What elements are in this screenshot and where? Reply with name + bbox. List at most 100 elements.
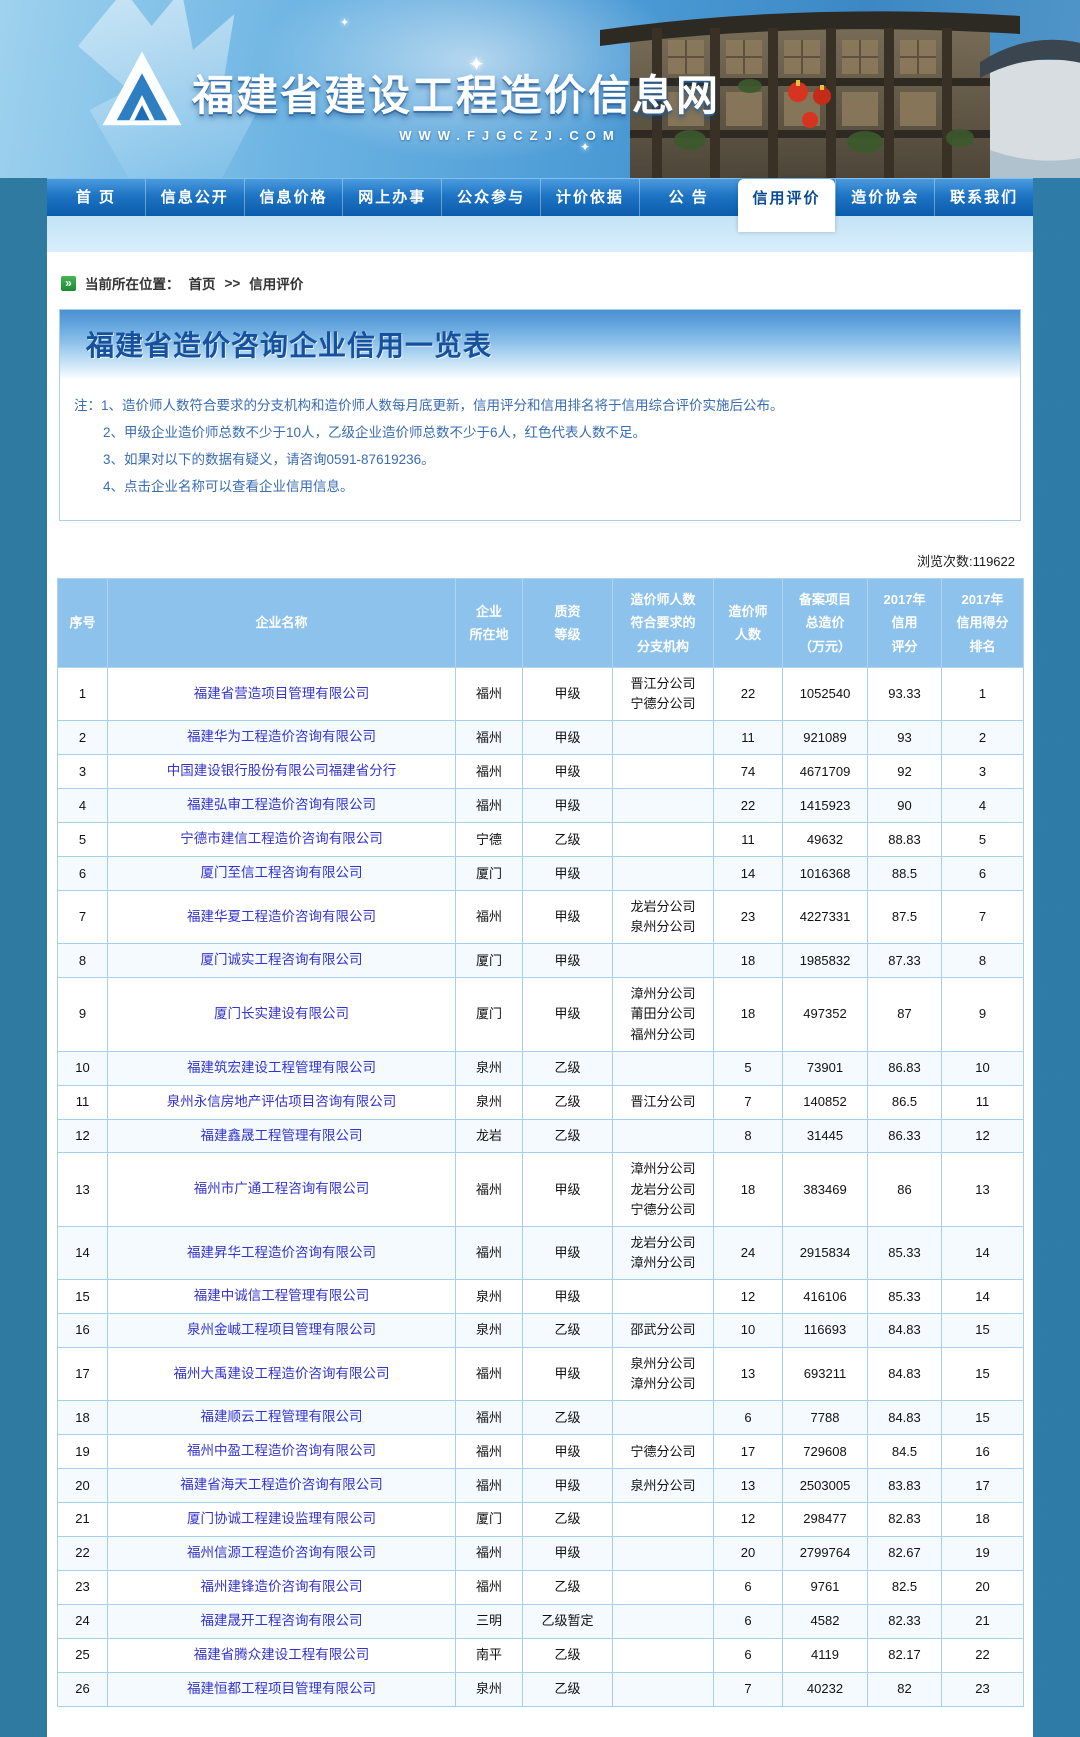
company-link[interactable]: 福建恒都工程项目管理有限公司 <box>187 1681 376 1696</box>
credit-rank: 18 <box>942 1503 1024 1537</box>
company-link[interactable]: 福州大禹建设工程造价咨询有限公司 <box>174 1366 390 1381</box>
sparkle-icon: ✦ <box>340 16 349 29</box>
nav-info-disclosure[interactable]: 信息公开 <box>145 179 244 216</box>
company-name-cell: 福建晟开工程咨询有限公司 <box>108 1604 456 1638</box>
note-line-4: 4、点击企业名称可以查看企业信用信息。 <box>74 473 1002 500</box>
credit-score: 93 <box>868 721 942 755</box>
table-row: 2福建华为工程造价咨询有限公司福州甲级11921089932 <box>58 721 1024 755</box>
company-city: 厦门 <box>456 1503 523 1537</box>
header-index: 序号 <box>58 579 108 668</box>
company-link[interactable]: 中国建设银行股份有限公司福建省分行 <box>167 763 397 778</box>
company-link[interactable]: 福建弘审工程造价咨询有限公司 <box>187 797 376 812</box>
company-link[interactable]: 厦门诚实工程咨询有限公司 <box>201 952 363 967</box>
row-number: 17 <box>58 1348 108 1401</box>
company-city: 三明 <box>456 1604 523 1638</box>
qualified-branches: 漳州分公司 莆田分公司 福州分公司 <box>613 978 714 1051</box>
project-total-cost: 416106 <box>783 1280 868 1314</box>
credit-score: 87.5 <box>868 891 942 944</box>
breadcrumb-home-link[interactable]: 首页 <box>189 273 216 293</box>
company-name-cell: 中国建设银行股份有限公司福建省分行 <box>108 755 456 789</box>
credit-rank: 23 <box>942 1672 1024 1706</box>
qualified-branches <box>613 1604 714 1638</box>
header-count: 造价师 人数 <box>714 579 783 668</box>
company-link[interactable]: 福建鑫晟工程管理有限公司 <box>201 1128 363 1143</box>
row-number: 12 <box>58 1119 108 1153</box>
title-box: 福建省造价咨询企业信用一览表 注：1、造价师人数符合要求的分支机构和造价师人数每… <box>59 309 1021 521</box>
company-city: 泉州 <box>456 1085 523 1119</box>
credit-rank: 9 <box>942 978 1024 1051</box>
row-number: 8 <box>58 944 108 978</box>
company-link[interactable]: 福建昇华工程造价咨询有限公司 <box>187 1245 376 1260</box>
company-city: 厦门 <box>456 857 523 891</box>
company-link[interactable]: 福建筑宏建设工程管理有限公司 <box>187 1060 376 1075</box>
qualified-branches <box>613 1280 714 1314</box>
site-title: 福建省建设工程造价信息网 <box>192 62 720 123</box>
project-total-cost: 2503005 <box>783 1469 868 1503</box>
company-name-cell: 福州大禹建设工程造价咨询有限公司 <box>108 1348 456 1401</box>
nav-cost-association[interactable]: 造价协会 <box>835 179 934 216</box>
company-link[interactable]: 宁德市建信工程造价咨询有限公司 <box>180 831 383 846</box>
nav-public-participation[interactable]: 公众参与 <box>441 179 540 216</box>
qualification-grade: 乙级 <box>523 1085 613 1119</box>
credit-score: 86.33 <box>868 1119 942 1153</box>
row-number: 6 <box>58 857 108 891</box>
company-link[interactable]: 福建华夏工程造价咨询有限公司 <box>187 909 376 924</box>
nav-online-service[interactable]: 网上办事 <box>342 179 441 216</box>
project-total-cost: 116693 <box>783 1314 868 1348</box>
company-link[interactable]: 福州中盈工程造价咨询有限公司 <box>187 1443 376 1458</box>
engineer-count: 14 <box>714 857 783 891</box>
nav-credit-rating[interactable]: 信用评价 <box>738 179 836 232</box>
company-name-cell: 福建华为工程造价咨询有限公司 <box>108 721 456 755</box>
note-line-2: 2、甲级企业造价师总数不少于10人，乙级企业造价师总数不少于6人，红色代表人数不… <box>74 419 1002 446</box>
company-link[interactable]: 福建华为工程造价咨询有限公司 <box>187 729 376 744</box>
qualified-branches: 龙岩分公司 泉州分公司 <box>613 891 714 944</box>
nav-home[interactable]: 首 页 <box>47 179 145 216</box>
company-name-cell: 厦门诚实工程咨询有限公司 <box>108 944 456 978</box>
company-link[interactable]: 福州信源工程造价咨询有限公司 <box>187 1545 376 1560</box>
credit-rank: 1 <box>942 668 1024 721</box>
company-link[interactable]: 厦门协诚工程建设监理有限公司 <box>187 1511 376 1526</box>
nav-contact-us[interactable]: 联系我们 <box>934 179 1033 216</box>
qualified-branches <box>613 1051 714 1085</box>
table-header-row: 序号 企业名称 企业 所在地 质资 等级 造价师人数 符合要求的 分支机构 造价… <box>58 579 1024 668</box>
company-city: 福州 <box>456 1469 523 1503</box>
engineer-count: 6 <box>714 1401 783 1435</box>
project-total-cost: 497352 <box>783 978 868 1051</box>
header-branches: 造价师人数 符合要求的 分支机构 <box>613 579 714 668</box>
company-link[interactable]: 泉州金峸工程项目管理有限公司 <box>187 1322 376 1337</box>
company-link[interactable]: 厦门长实建设有限公司 <box>214 1006 349 1021</box>
company-city: 福州 <box>456 789 523 823</box>
table-row: 13福州市广通工程咨询有限公司福州甲级漳州分公司 龙岩分公司 宁德分公司1838… <box>58 1153 1024 1226</box>
engineer-count: 6 <box>714 1604 783 1638</box>
company-link[interactable]: 福建省海天工程造价咨询有限公司 <box>180 1477 383 1492</box>
nav-pricing-basis[interactable]: 计价依据 <box>540 179 639 216</box>
company-link[interactable]: 福建晟开工程咨询有限公司 <box>201 1613 363 1628</box>
qualification-grade: 甲级 <box>523 1280 613 1314</box>
credit-table-body: 1福建省营造项目管理有限公司福州甲级晋江分公司 宁德分公司22105254093… <box>58 668 1024 1706</box>
company-name-cell: 厦门协诚工程建设监理有限公司 <box>108 1503 456 1537</box>
nav-announcement[interactable]: 公 告 <box>639 179 738 216</box>
row-number: 24 <box>58 1604 108 1638</box>
engineer-count: 18 <box>714 1153 783 1226</box>
company-link[interactable]: 福州市广通工程咨询有限公司 <box>194 1181 370 1196</box>
company-link[interactable]: 福建顺云工程管理有限公司 <box>201 1409 363 1424</box>
nav-info-price[interactable]: 信息价格 <box>244 179 343 216</box>
row-number: 10 <box>58 1051 108 1085</box>
company-link[interactable]: 福州建锋造价咨询有限公司 <box>201 1579 363 1594</box>
table-row: 16泉州金峸工程项目管理有限公司泉州乙级邵武分公司1011669384.8315 <box>58 1314 1024 1348</box>
company-link[interactable]: 福建省营造项目管理有限公司 <box>194 686 370 701</box>
qualified-branches <box>613 755 714 789</box>
company-link[interactable]: 泉州永信房地产评估项目咨询有限公司 <box>167 1094 397 1109</box>
company-name-cell: 福州中盈工程造价咨询有限公司 <box>108 1435 456 1469</box>
credit-score: 84.83 <box>868 1401 942 1435</box>
qualification-grade: 甲级 <box>523 721 613 755</box>
table-row: 7福建华夏工程造价咨询有限公司福州甲级龙岩分公司 泉州分公司2342273318… <box>58 891 1024 944</box>
company-name-cell: 福建省腾众建设工程有限公司 <box>108 1638 456 1672</box>
company-name-cell: 福建华夏工程造价咨询有限公司 <box>108 891 456 944</box>
company-link[interactable]: 福建省腾众建设工程有限公司 <box>194 1647 370 1662</box>
engineer-count: 12 <box>714 1503 783 1537</box>
company-link[interactable]: 厦门至信工程咨询有限公司 <box>201 865 363 880</box>
credit-rank: 5 <box>942 823 1024 857</box>
company-link[interactable]: 福建中诚信工程管理有限公司 <box>194 1288 370 1303</box>
project-total-cost: 2799764 <box>783 1536 868 1570</box>
